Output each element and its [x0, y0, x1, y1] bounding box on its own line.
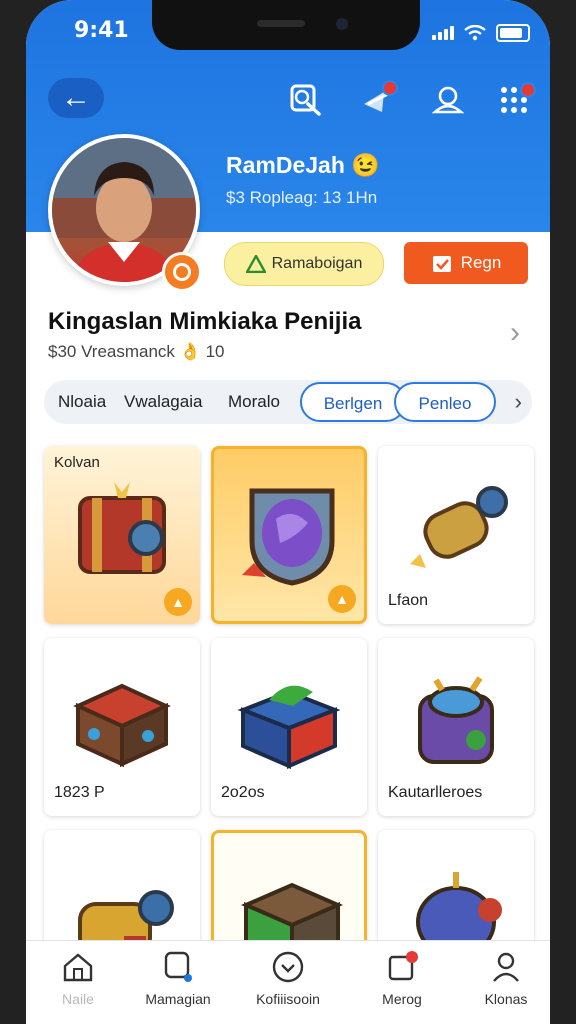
search-button[interactable] — [288, 82, 324, 118]
yellow-button-label: Ramaboigan — [271, 255, 363, 272]
section-subtitle: $30 Vreasmanck 👌 10 — [48, 342, 225, 361]
item-card-selected[interactable]: ▲ — [211, 446, 367, 624]
tab-nloaia[interactable]: Nloaia — [58, 380, 106, 424]
top-toolbar: ← — [26, 74, 550, 124]
battery-icon — [496, 24, 530, 42]
phone-frame: 9:41 ← RamDeJah 😉 $3 Ropleag: 13 1Hn Ram… — [0, 0, 576, 1024]
tabs-next-chevron-icon[interactable]: › — [515, 380, 522, 424]
search-icon — [164, 951, 192, 982]
back-button[interactable]: ← — [48, 78, 104, 118]
item-card[interactable]: Lfaon — [378, 446, 534, 624]
nav-search-label: Mamagian — [145, 991, 211, 1007]
chevron-circle-icon — [272, 951, 304, 983]
front-camera — [336, 18, 348, 30]
nav-home-label: Naile — [62, 991, 94, 1007]
nav-search[interactable]: Mamagian — [126, 949, 230, 1007]
warning-badge-icon: ▲ — [328, 585, 356, 613]
warning-badge-icon: ▲ — [164, 588, 192, 616]
inbox-icon — [388, 951, 418, 981]
blue-box-icon — [237, 685, 341, 770]
primary-yellow-button[interactable]: Ramaboigan — [224, 242, 384, 286]
item-label: 1823 P — [54, 784, 105, 801]
status-icons — [432, 24, 530, 42]
nav-activity[interactable]: Kofiiisooin — [236, 949, 340, 1007]
notification-dot — [382, 80, 398, 96]
profile-badge-icon — [431, 86, 465, 114]
warning-triangle-icon — [245, 255, 266, 273]
nav-messages-label: Merog — [382, 991, 422, 1007]
speaker-grille — [257, 20, 305, 27]
menu-button[interactable] — [496, 82, 536, 118]
red-crate-icon — [73, 683, 171, 768]
ok-hand-emoji-icon: 👌 — [179, 342, 201, 361]
category-tabs: Nloaia Vwalagaia Moralo Berlgen Penleo › — [44, 380, 532, 424]
bottom-navigation: Naile Mamagian Kofiiisooin Merog Klonas — [26, 940, 550, 1024]
calendar-check-icon — [432, 256, 451, 272]
nav-activity-label: Kofiiisooin — [256, 991, 320, 1007]
person-icon — [493, 952, 519, 982]
section-title: Kingaslan Mimkiaka Penijia — [48, 308, 362, 335]
item-card[interactable]: Kautarlleroes — [378, 638, 534, 816]
cannon-gadget-icon — [410, 486, 508, 568]
register-button[interactable]: Regn — [404, 242, 528, 284]
wink-emoji-icon: 😉 — [351, 152, 380, 178]
app-screen: 9:41 ← RamDeJah 😉 $3 Ropleag: 13 1Hn Ram… — [26, 0, 550, 1024]
nav-profile-label: Klonas — [484, 991, 528, 1007]
menu-dot — [520, 82, 536, 98]
wifi-icon — [464, 25, 486, 41]
tab-penleo[interactable]: Penleo — [394, 382, 496, 422]
blue-machine-icon — [418, 676, 494, 764]
status-bar: 9:41 — [26, 0, 550, 62]
crystal-shield-icon — [242, 488, 335, 586]
tab-moralo[interactable]: Moralo — [228, 380, 280, 424]
search-icon — [290, 84, 321, 116]
badge-button[interactable] — [430, 82, 466, 118]
arrow-left-icon: ← — [61, 81, 91, 114]
item-card[interactable]: Kolvan ▲ — [44, 446, 200, 624]
item-label: Lfaon — [388, 592, 429, 609]
tab-vwalagaia[interactable]: Vwalagaia — [124, 380, 202, 424]
profile-name: RamDeJah 😉 — [226, 152, 380, 178]
item-label: 2o2os — [221, 784, 265, 801]
device-notch — [152, 0, 420, 50]
nav-home[interactable]: Naile — [26, 949, 130, 1007]
signal-icon — [432, 26, 454, 40]
nav-profile[interactable]: Klonas — [454, 949, 550, 1007]
avatar-status-badge — [162, 252, 202, 292]
tab-berlgen[interactable]: Berlgen — [300, 382, 406, 422]
item-card[interactable]: 1823 P — [44, 638, 200, 816]
chevron-right-icon[interactable]: › — [510, 316, 520, 350]
item-card[interactable]: 2o2os — [211, 638, 367, 816]
status-time: 9:41 — [74, 18, 129, 43]
item-label: Kautarlleroes — [388, 784, 483, 801]
profile-subtitle: $3 Ropleag: 13 1Hn — [226, 188, 378, 207]
home-icon — [63, 953, 93, 982]
register-button-label: Regn — [460, 253, 502, 272]
treasure-chest-icon — [78, 482, 166, 574]
nav-messages[interactable]: Merog — [350, 949, 454, 1007]
notification-button[interactable] — [360, 80, 398, 118]
